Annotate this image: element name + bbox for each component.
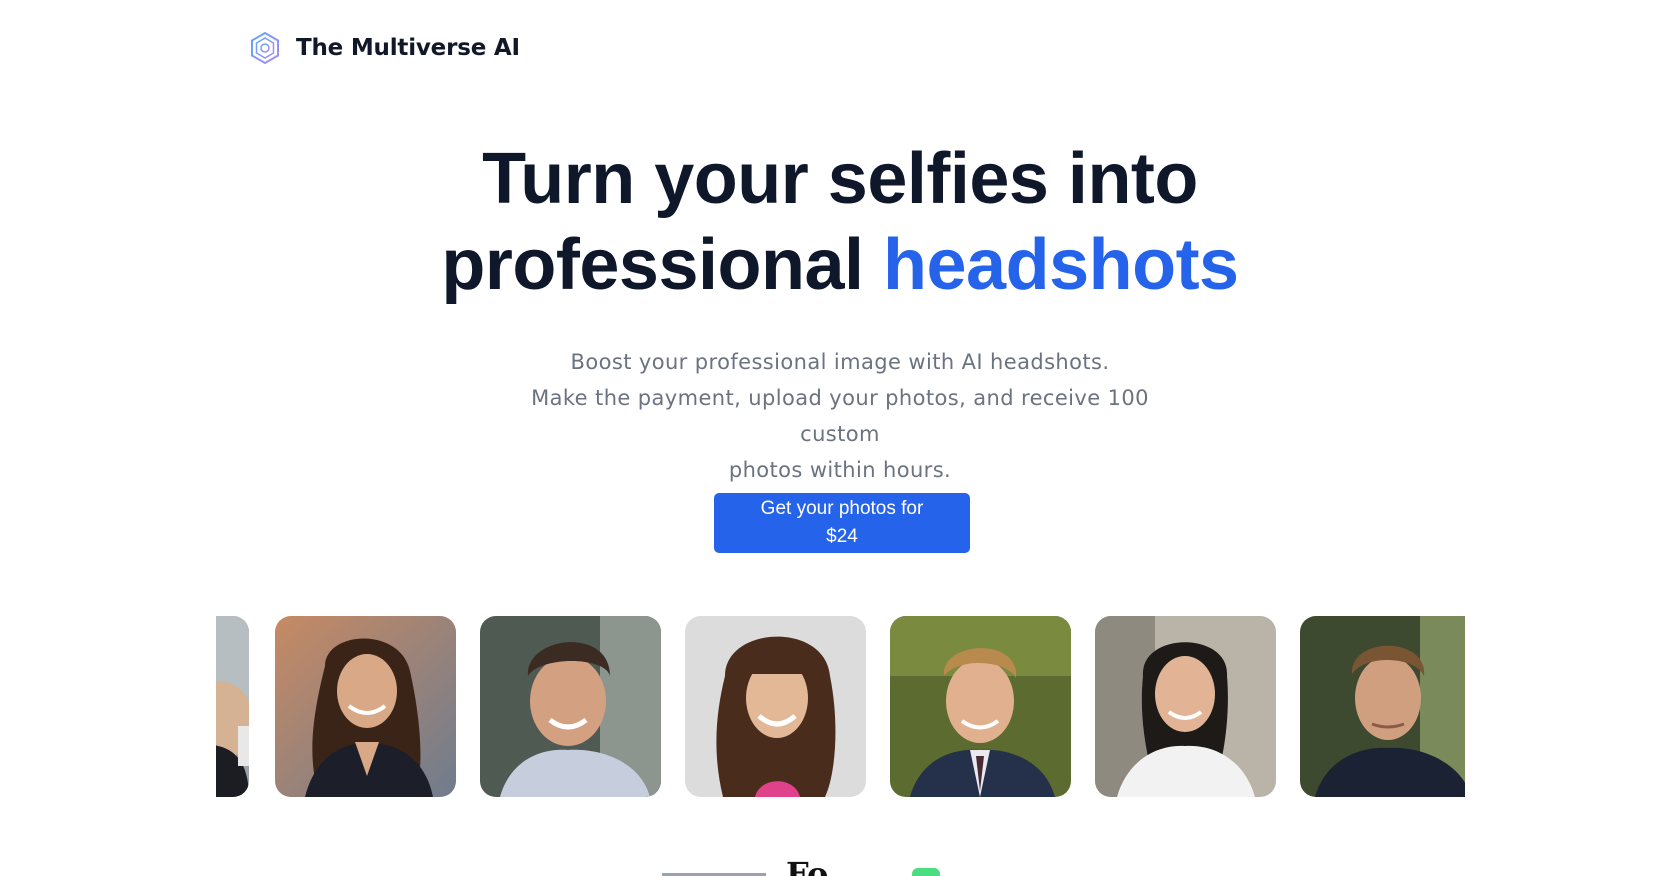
press-logo: Fo bbox=[786, 858, 828, 876]
get-photos-button[interactable]: Get your photos for $24 bbox=[714, 493, 970, 553]
hexagon-ring-logo-icon bbox=[251, 31, 279, 65]
press-logo-icon bbox=[912, 868, 940, 876]
hero-subtitle-line-2: Make the payment, upload your photos, an… bbox=[531, 386, 1149, 446]
brand-name: The Multiverse AI bbox=[296, 35, 520, 61]
headshot-photo bbox=[1095, 616, 1276, 797]
press-logos-strip: Fo bbox=[0, 858, 1680, 876]
headshot-gallery bbox=[216, 616, 1465, 797]
hero-subtitle: Boost your professional image with AI he… bbox=[490, 344, 1190, 488]
headshot-photo bbox=[216, 616, 249, 797]
hero-title-line-1: Turn your selfies into bbox=[482, 139, 1198, 219]
hero-title-highlight: headshots bbox=[883, 225, 1239, 305]
headshot-photo bbox=[685, 616, 866, 797]
headshot-photo bbox=[480, 616, 661, 797]
landing-page: The Multiverse AI Turn your selfies into… bbox=[0, 0, 1680, 876]
hero-title: Turn your selfies into professional head… bbox=[0, 136, 1680, 308]
hero-title-line-2: professional bbox=[441, 225, 884, 305]
headshot-photo bbox=[275, 616, 456, 797]
hero-subtitle-line-3: photos within hours. bbox=[728, 458, 952, 482]
headshot-photo bbox=[890, 616, 1071, 797]
hero-subtitle-line-1: Boost your professional image with AI he… bbox=[570, 350, 1110, 374]
headshot-photo bbox=[1300, 616, 1465, 797]
brand-home-link[interactable]: The Multiverse AI bbox=[248, 30, 520, 66]
